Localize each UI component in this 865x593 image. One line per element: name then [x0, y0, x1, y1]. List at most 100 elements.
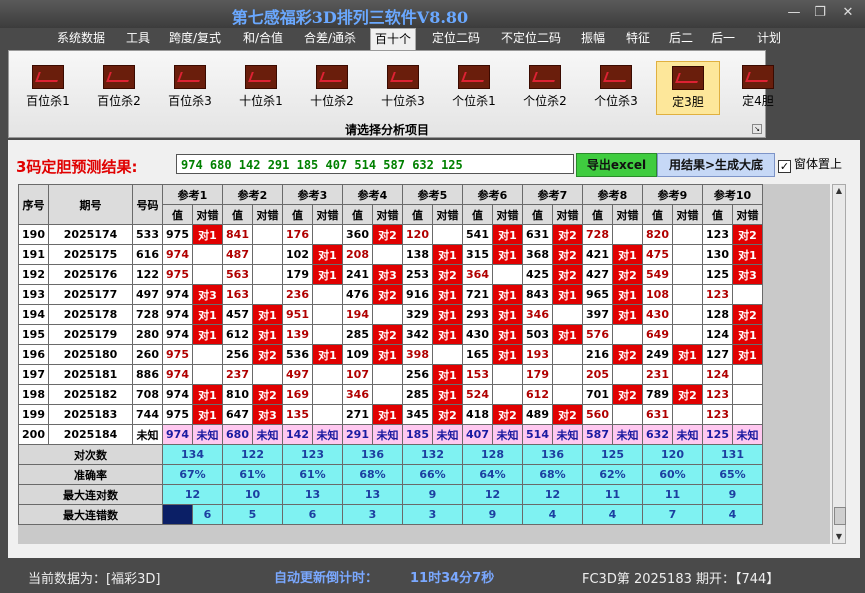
menu-item[interactable]: 工具	[120, 28, 156, 50]
scroll-up-icon[interactable]: ▲	[833, 185, 845, 197]
ref-hit: 对1	[432, 384, 463, 405]
table-row[interactable]: 191 2025175 616 974 487 102 对1 208 138 对1 315 对1 368…	[18, 244, 763, 265]
analysis-button[interactable]: 定4胆	[727, 61, 789, 113]
stats-label: 对次数	[18, 444, 163, 465]
table-row[interactable]: 190 2025174 533 975 对1 841 176 360 对2 120 541 对1 631…	[18, 224, 763, 245]
current-data-text: 当前数据为：[福彩3D]	[28, 572, 161, 587]
header-seq: 序号	[18, 184, 49, 225]
ref-value: 216	[582, 344, 613, 365]
close-icon[interactable]: ✕	[836, 4, 860, 22]
vertical-scrollbar[interactable]: ▲ ▼	[832, 184, 846, 544]
generate-base-button[interactable]: 用结果>生成大底	[657, 153, 775, 177]
pred-status: 未知	[372, 424, 403, 445]
ref-value: 120	[402, 224, 433, 245]
table-row[interactable]: 192 2025176 122 975 563 179 对1 241 对3 253 对2 364 425…	[18, 264, 763, 285]
header-hit: 对错	[492, 204, 523, 225]
row-period: 2025180	[48, 344, 133, 365]
ref-hit	[552, 384, 583, 405]
analysis-button[interactable]: 个位杀2	[514, 61, 576, 113]
header-hit: 对错	[312, 204, 343, 225]
ontop-checkbox[interactable]: ✓ 窗体置上	[778, 155, 842, 173]
ref-hit	[552, 304, 583, 325]
ref-hit: 对2	[552, 224, 583, 245]
ref-hit	[552, 364, 583, 385]
row-seq: 194	[18, 304, 49, 325]
ref-hit	[732, 384, 763, 405]
export-excel-button[interactable]: 导出excel	[576, 153, 657, 177]
stats-value: 122	[222, 444, 283, 465]
ref-hit: 对2	[432, 264, 463, 285]
ref-value: 124	[702, 364, 733, 385]
menu-item[interactable]: 百十个	[370, 28, 416, 51]
menu-item[interactable]: 后二	[664, 28, 698, 50]
stats-value: 136	[522, 444, 583, 465]
expand-icon[interactable]: ↘	[752, 124, 762, 134]
menu-item[interactable]: 特征	[620, 28, 656, 50]
ref-value: 489	[522, 404, 553, 425]
result-field[interactable]: 974 680 142 291 185 407 514 587 632 125	[176, 154, 574, 174]
header-value: 值	[402, 204, 433, 225]
header-hit: 对错	[432, 204, 463, 225]
menu-item[interactable]: 合差/通杀	[298, 28, 362, 50]
analysis-button[interactable]: 百位杀3	[159, 61, 221, 113]
ref-hit	[612, 404, 643, 425]
pred-status: 未知	[252, 424, 283, 445]
menu-item[interactable]: 振幅	[576, 28, 610, 50]
ref-hit: 对1	[492, 224, 523, 245]
ref-value: 139	[282, 324, 313, 345]
ref-value: 701	[582, 384, 613, 405]
table-row[interactable]: 197 2025181 886 974 237 497 107 256 对1 153 179 205 2…	[18, 364, 763, 385]
menu-item[interactable]: 定位二码	[428, 28, 484, 50]
restore-icon[interactable]: ❐	[808, 4, 832, 22]
prediction-grid: 序号 期号 号码 参考1 参考2 参考3 参考4 参考5 参考6 参考7 参考8 参考9 参考10 值对错…	[18, 184, 830, 544]
ref-value: 102	[282, 244, 313, 265]
menu-item[interactable]: 不定位二码	[494, 28, 568, 50]
analysis-button[interactable]: 个位杀3	[585, 61, 647, 113]
analysis-button[interactable]: 定3胆	[656, 61, 720, 115]
table-row[interactable]: 199 2025183 744 975 对1 647 对3 135 271 对1 345 对2 418 对…	[18, 404, 763, 425]
table-row[interactable]: 198 2025182 708 974 对1 810 对2 169 346 285 对1 524 612…	[18, 384, 763, 405]
checkbox-icon[interactable]: ✓	[778, 160, 791, 173]
table-row[interactable]: 196 2025180 260 975 256 对2 536 对1 109 对1 398 165 对1 1…	[18, 344, 763, 365]
ref-hit	[732, 404, 763, 425]
analysis-button[interactable]: 百位杀1	[17, 61, 79, 113]
chart-icon	[672, 66, 704, 90]
row-number: 744	[132, 404, 163, 425]
minimize-icon[interactable]: —	[782, 4, 806, 22]
analysis-button[interactable]: 十位杀2	[301, 61, 363, 113]
stats-value: 61%	[282, 464, 343, 485]
menu-item[interactable]: 计划	[752, 28, 786, 50]
scroll-thumb[interactable]	[834, 507, 846, 525]
menu-item[interactable]: 后一	[706, 28, 740, 50]
analysis-button[interactable]: 十位杀3	[372, 61, 434, 113]
ref-hit	[252, 224, 283, 245]
row-period: 2025181	[48, 364, 133, 385]
table-row[interactable]: 195 2025179 280 974 对1 612 对1 139 285 对2 342 对1 430 对…	[18, 324, 763, 345]
ref-hit	[192, 264, 223, 285]
header-value: 值	[642, 204, 673, 225]
menu-item[interactable]: 跨度/复式	[163, 28, 227, 50]
stats-value: 134	[162, 444, 223, 465]
menu-item[interactable]: 和/合值	[237, 28, 289, 50]
ref-value: 179	[282, 264, 313, 285]
ref-hit	[672, 404, 703, 425]
table-row[interactable]: 193 2025177 497 974 对3 163 236 476 对2 916 对1 721 对1 8…	[18, 284, 763, 305]
ref-value: 109	[342, 344, 373, 365]
prediction-row[interactable]: 200 2025184 未知 974 未知 680 未知 142 未知 291 未知 185 未知 407…	[18, 424, 763, 445]
header-hit: 对错	[252, 204, 283, 225]
analysis-button[interactable]: 十位杀1	[230, 61, 292, 113]
stats-value: 9	[462, 504, 523, 525]
pred-value: 142	[282, 424, 313, 445]
table-row[interactable]: 194 2025178 728 974 对1 457 对1 951 194 329 对1 293 对1 3…	[18, 304, 763, 325]
analysis-button[interactable]: 个位杀1	[443, 61, 505, 113]
stats-value: 120	[642, 444, 703, 465]
scroll-down-icon[interactable]: ▼	[833, 531, 845, 543]
menu-item[interactable]: 系统数据	[52, 28, 110, 50]
analysis-button-label: 十位杀1	[239, 94, 283, 108]
analysis-button[interactable]: 百位杀2	[88, 61, 150, 113]
ref-value: 631	[642, 404, 673, 425]
draw-info: FC3D第 2025183 期开：【744】	[582, 572, 780, 587]
stats-value: 13	[282, 484, 343, 505]
row-number: 616	[132, 244, 163, 265]
ref-value: 205	[582, 364, 613, 385]
